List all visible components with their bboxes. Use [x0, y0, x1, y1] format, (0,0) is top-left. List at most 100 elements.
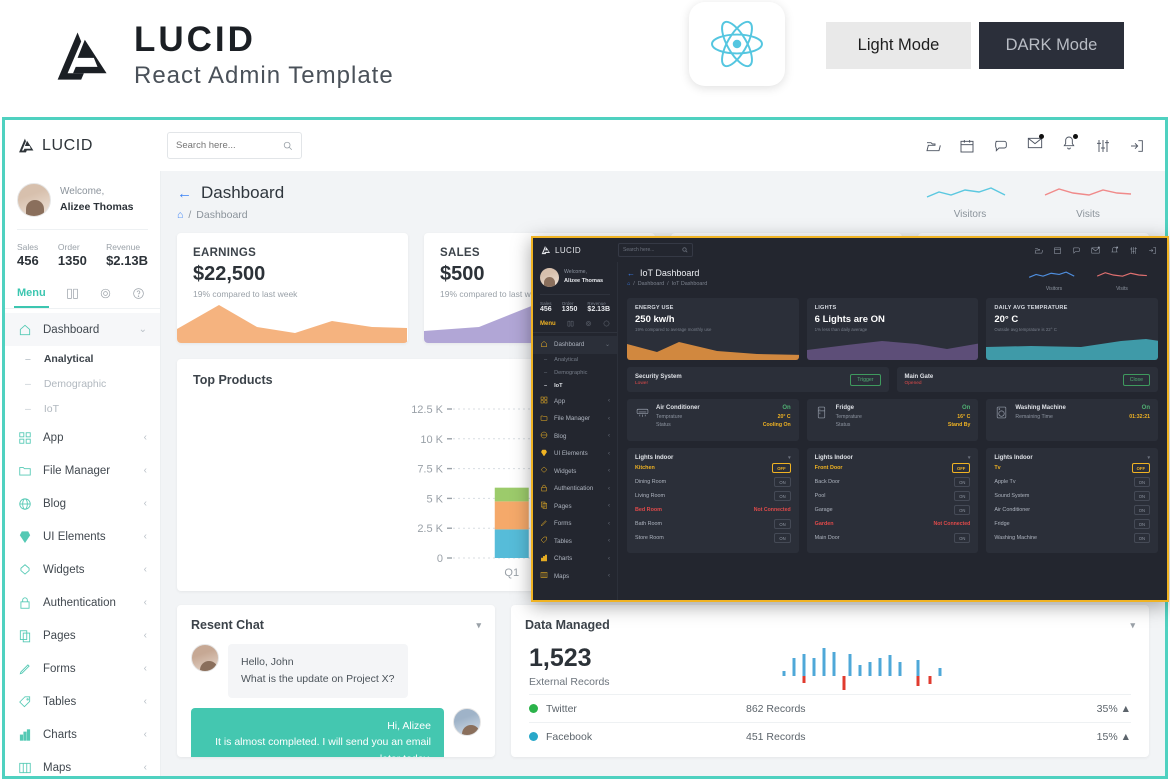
sliders-icon[interactable] — [1095, 138, 1111, 154]
light-label: Front Door — [814, 465, 843, 471]
light-toggle[interactable]: ON — [954, 533, 971, 543]
dark-sidebar-item-dashboard[interactable]: Dashboard ⌄ — [533, 336, 617, 354]
logout-icon[interactable] — [1129, 138, 1145, 154]
light-toggle[interactable]: ON — [774, 491, 791, 501]
dark-sidebar-item-analytical[interactable]: – Analytical — [533, 354, 617, 367]
chevron-down-icon[interactable]: ▾ — [788, 455, 791, 461]
lights-panel-2: Lights Indoor ▾ Front Door OFF Back Door ON Po… — [806, 448, 979, 553]
sidebar-item-demographic[interactable]: – Demographic — [5, 371, 160, 396]
dark-sidebar-item-widgets[interactable]: Widgets ‹ — [533, 463, 617, 481]
table-row[interactable]: Twitter 862 Records 35% ▲ — [529, 694, 1131, 722]
sidebar-item-widgets[interactable]: Widgets ‹ — [5, 553, 160, 586]
sidebar-item-iot[interactable]: – IoT — [5, 396, 160, 421]
light-toggle[interactable]: ON — [774, 477, 791, 487]
chevron-down-icon[interactable]: ▾ — [968, 455, 971, 461]
dark-mode-button[interactable]: DARK Mode — [979, 22, 1124, 69]
dark-search-input[interactable]: Search here... — [623, 247, 654, 253]
dark-sidebar-item-maps[interactable]: Maps ‹ — [533, 568, 617, 586]
gear-icon[interactable] — [585, 320, 592, 327]
chat-icon[interactable] — [993, 138, 1009, 154]
dark-sidebar-item-blog[interactable]: Blog ‹ — [533, 428, 617, 446]
light-mode-button[interactable]: Light Mode — [826, 22, 971, 69]
light-toggle[interactable]: OFF — [772, 463, 791, 473]
chevron-down-icon[interactable]: ▾ — [1130, 620, 1135, 631]
book-icon[interactable] — [567, 320, 574, 327]
dark-profile-block[interactable]: Welcome, Alizee Thomas — [533, 262, 617, 287]
light-toggle[interactable]: ON — [954, 491, 971, 501]
light-toggle[interactable]: ON — [774, 533, 791, 543]
sidebar-item-file-manager[interactable]: File Manager ‹ — [5, 454, 160, 487]
close-gate-button[interactable]: Close — [1122, 373, 1150, 386]
sliders-icon[interactable] — [1129, 246, 1138, 255]
book-icon[interactable] — [66, 287, 79, 300]
chevron-down-icon[interactable]: ▾ — [476, 620, 481, 631]
lucid-logo-icon — [19, 138, 34, 153]
calendar-icon[interactable] — [959, 138, 975, 154]
light-toggle[interactable]: OFF — [951, 463, 971, 473]
dark-sidebar-item-tables[interactable]: Tables ‹ — [533, 533, 617, 551]
sidebar-item-charts[interactable]: Charts ‹ — [5, 718, 160, 751]
bell-icon[interactable] — [1110, 246, 1119, 255]
light-toggle[interactable]: ON — [954, 477, 971, 487]
gear-icon[interactable] — [99, 287, 112, 300]
light-toggle[interactable]: ON — [774, 519, 791, 529]
light-toggle[interactable]: ON — [1133, 477, 1151, 487]
calendar-icon[interactable] — [1053, 246, 1062, 255]
light-toggle[interactable]: ON — [954, 505, 971, 515]
logout-icon[interactable] — [1148, 246, 1157, 255]
sidebar-item-analytical[interactable]: – Analytical — [5, 346, 160, 371]
bell-icon-wrap[interactable] — [1061, 134, 1078, 156]
light-brand[interactable]: LUCID — [5, 137, 167, 155]
dark-tab-menu[interactable]: Menu — [540, 321, 556, 327]
dark-sidebar-item-app[interactable]: App ‹ — [533, 393, 617, 411]
dark-sidebar-item-pages[interactable]: Pages ‹ — [533, 498, 617, 516]
sidebar-item-app[interactable]: App ‹ — [5, 421, 160, 454]
search-input[interactable] — [176, 140, 283, 151]
dark-sidebar-item-authentication[interactable]: Authentication ‹ — [533, 480, 617, 498]
search-box[interactable] — [167, 132, 302, 159]
dark-sidebar-item-forms[interactable]: Forms ‹ — [533, 515, 617, 533]
back-arrow-icon[interactable]: ← — [177, 185, 192, 202]
home-icon[interactable]: ⌂ — [177, 209, 183, 221]
sidebar-item-authentication[interactable]: Authentication ‹ — [5, 586, 160, 619]
dark-topbar-icons — [1034, 246, 1167, 255]
folder-open-icon[interactable] — [925, 138, 941, 154]
light-toggle[interactable]: OFF — [1131, 463, 1151, 473]
mail-icon[interactable] — [1091, 246, 1100, 255]
light-toggle[interactable]: ON — [1133, 491, 1151, 501]
dark-search-box[interactable]: Search here... — [618, 243, 693, 257]
mail-icon-wrap[interactable] — [1027, 134, 1044, 156]
sidebar-item-ui-elements[interactable]: UI Elements ‹ — [5, 520, 160, 553]
tab-menu[interactable]: Menu — [14, 287, 49, 308]
chat-icon[interactable] — [1072, 246, 1081, 255]
sidebar-item-pages[interactable]: Pages ‹ — [5, 619, 160, 652]
breadcrumb-current[interactable]: IoT Dashboard — [672, 281, 708, 287]
profile-block[interactable]: Welcome, Alizee Thomas — [5, 171, 160, 217]
table-row[interactable]: Facebook 451 Records 15% ▲ — [529, 722, 1131, 750]
light-toggle[interactable]: ON — [1133, 519, 1151, 529]
back-arrow-icon[interactable]: ← — [627, 269, 635, 278]
breadcrumb-parent[interactable]: Dashboard — [638, 281, 664, 287]
dark-brand[interactable]: LUCID — [533, 245, 618, 255]
dark-sidebar-item-ui-elements[interactable]: UI Elements ‹ — [533, 445, 617, 463]
welcome-name[interactable]: Alizee Thomas — [60, 200, 134, 215]
sidebar-item-forms[interactable]: Forms ‹ — [5, 652, 160, 685]
breadcrumb-current[interactable]: Dashboard — [196, 209, 247, 221]
dark-sidebar-item-charts[interactable]: Charts ‹ — [533, 550, 617, 568]
chevron-down-icon[interactable]: ▾ — [1148, 455, 1151, 461]
help-icon[interactable] — [603, 320, 610, 327]
dark-sidebar-item-demographic[interactable]: – Demographic — [533, 367, 617, 380]
dark-sidebar-item-file-manager[interactable]: File Manager ‹ — [533, 410, 617, 428]
sidebar-item-dashboard[interactable]: Dashboard ⌄ — [5, 313, 160, 346]
dark-welcome-name[interactable]: Alizee Thomas — [564, 277, 603, 285]
trigger-button[interactable]: Trigger — [850, 373, 881, 386]
light-toggle[interactable]: ON — [1133, 533, 1151, 543]
help-icon[interactable] — [132, 287, 145, 300]
sidebar-item-tables[interactable]: Tables ‹ — [5, 685, 160, 718]
home-icon[interactable]: ⌂ — [627, 281, 630, 287]
folder-open-icon[interactable] — [1034, 246, 1043, 255]
sidebar-item-blog[interactable]: Blog ‹ — [5, 487, 160, 520]
sidebar-item-maps[interactable]: Maps ‹ — [5, 751, 160, 776]
light-toggle[interactable]: ON — [1133, 505, 1151, 515]
dark-sidebar-item-iot[interactable]: – IoT — [533, 380, 617, 393]
